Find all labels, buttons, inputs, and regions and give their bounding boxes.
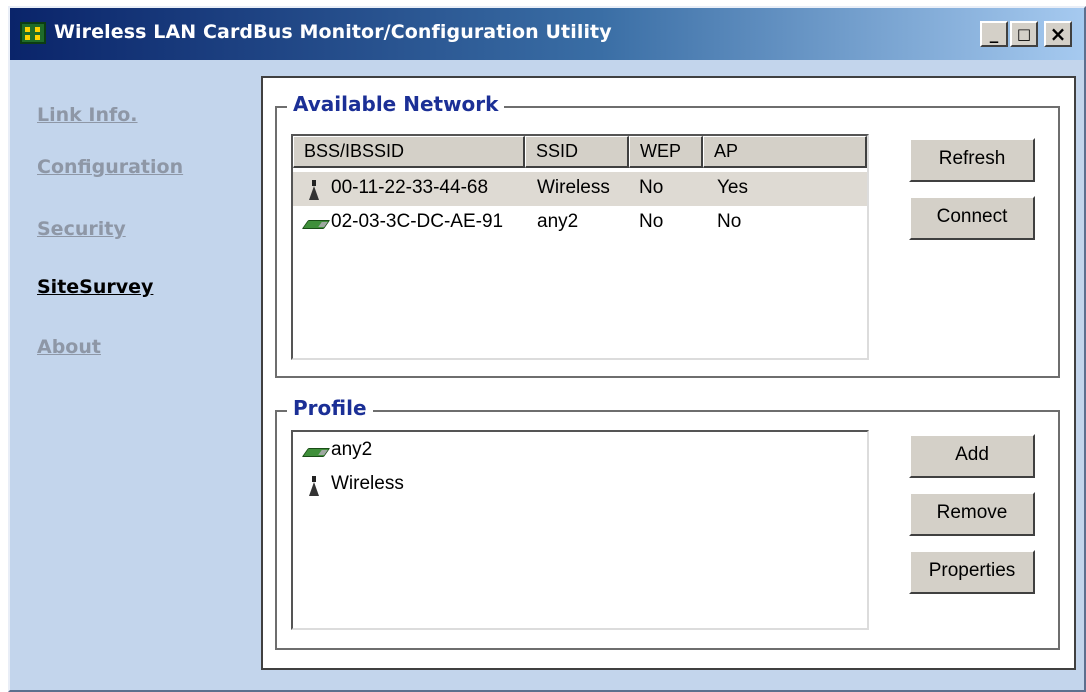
window-title: Wireless LAN CardBus Monitor/Configurati…: [54, 21, 612, 43]
column-header-ssid[interactable]: SSID: [525, 136, 629, 168]
maximize-button[interactable]: □: [1010, 21, 1038, 47]
wep-cell: No: [639, 177, 664, 198]
table-row[interactable]: 02-03-3C-DC-AE-91 any2 No No: [293, 206, 867, 240]
profile-list[interactable]: any2 Wireless: [291, 430, 869, 630]
sidebar-item-configuration[interactable]: Configuration: [37, 156, 183, 178]
sidebar-item-about[interactable]: About: [37, 336, 101, 358]
available-network-title: Available Network: [287, 92, 505, 116]
profile-name: any2: [331, 439, 373, 460]
column-header-bssid[interactable]: BSS/IBSSID: [293, 136, 525, 168]
wep-cell: No: [639, 211, 664, 232]
network-card-icon: [301, 448, 331, 457]
refresh-button[interactable]: Refresh: [909, 138, 1035, 182]
add-button[interactable]: Add: [909, 434, 1035, 478]
ap-cell: No: [717, 211, 742, 232]
minimize-button[interactable]: _: [980, 21, 1008, 47]
ssid-cell: Wireless: [537, 177, 610, 198]
remove-button[interactable]: Remove: [909, 492, 1035, 536]
sidebar-item-link-info[interactable]: Link Info.: [37, 104, 138, 126]
app-icon: [20, 22, 46, 44]
network-card-icon: [301, 220, 331, 229]
close-button[interactable]: ×: [1044, 21, 1072, 47]
ap-cell: Yes: [717, 177, 748, 198]
ssid-cell: any2: [537, 211, 579, 232]
profile-name: Wireless: [331, 473, 404, 494]
list-item[interactable]: Wireless: [293, 468, 867, 502]
sidebar-item-sitesurvey[interactable]: SiteSurvey: [37, 276, 153, 298]
bssid-cell: 00-11-22-33-44-68: [331, 177, 489, 198]
sidebar-item-security[interactable]: Security: [37, 218, 126, 240]
available-network-group: Available Network BSS/IBSSID SSID WEP AP…: [275, 92, 1060, 378]
access-point-icon: [309, 180, 319, 200]
access-point-icon: [309, 476, 319, 496]
list-header: BSS/IBSSID SSID WEP AP: [293, 136, 867, 168]
list-item[interactable]: any2: [293, 434, 867, 468]
column-header-ap[interactable]: AP: [703, 136, 867, 168]
available-network-list[interactable]: BSS/IBSSID SSID WEP AP 00-11-22-33-44-68…: [291, 134, 869, 360]
properties-button[interactable]: Properties: [909, 550, 1035, 594]
main-window: Wireless LAN CardBus Monitor/Configurati…: [8, 6, 1086, 692]
profile-group: Profile any2 Wireless Add Remove Propert…: [275, 396, 1060, 650]
profile-title: Profile: [287, 396, 373, 420]
column-header-wep[interactable]: WEP: [629, 136, 703, 168]
connect-button[interactable]: Connect: [909, 196, 1035, 240]
bssid-cell: 02-03-3C-DC-AE-91: [331, 211, 504, 232]
title-bar[interactable]: Wireless LAN CardBus Monitor/Configurati…: [10, 8, 1084, 60]
table-row[interactable]: 00-11-22-33-44-68 Wireless No Yes: [293, 172, 867, 206]
content-panel: Available Network BSS/IBSSID SSID WEP AP…: [261, 76, 1076, 670]
